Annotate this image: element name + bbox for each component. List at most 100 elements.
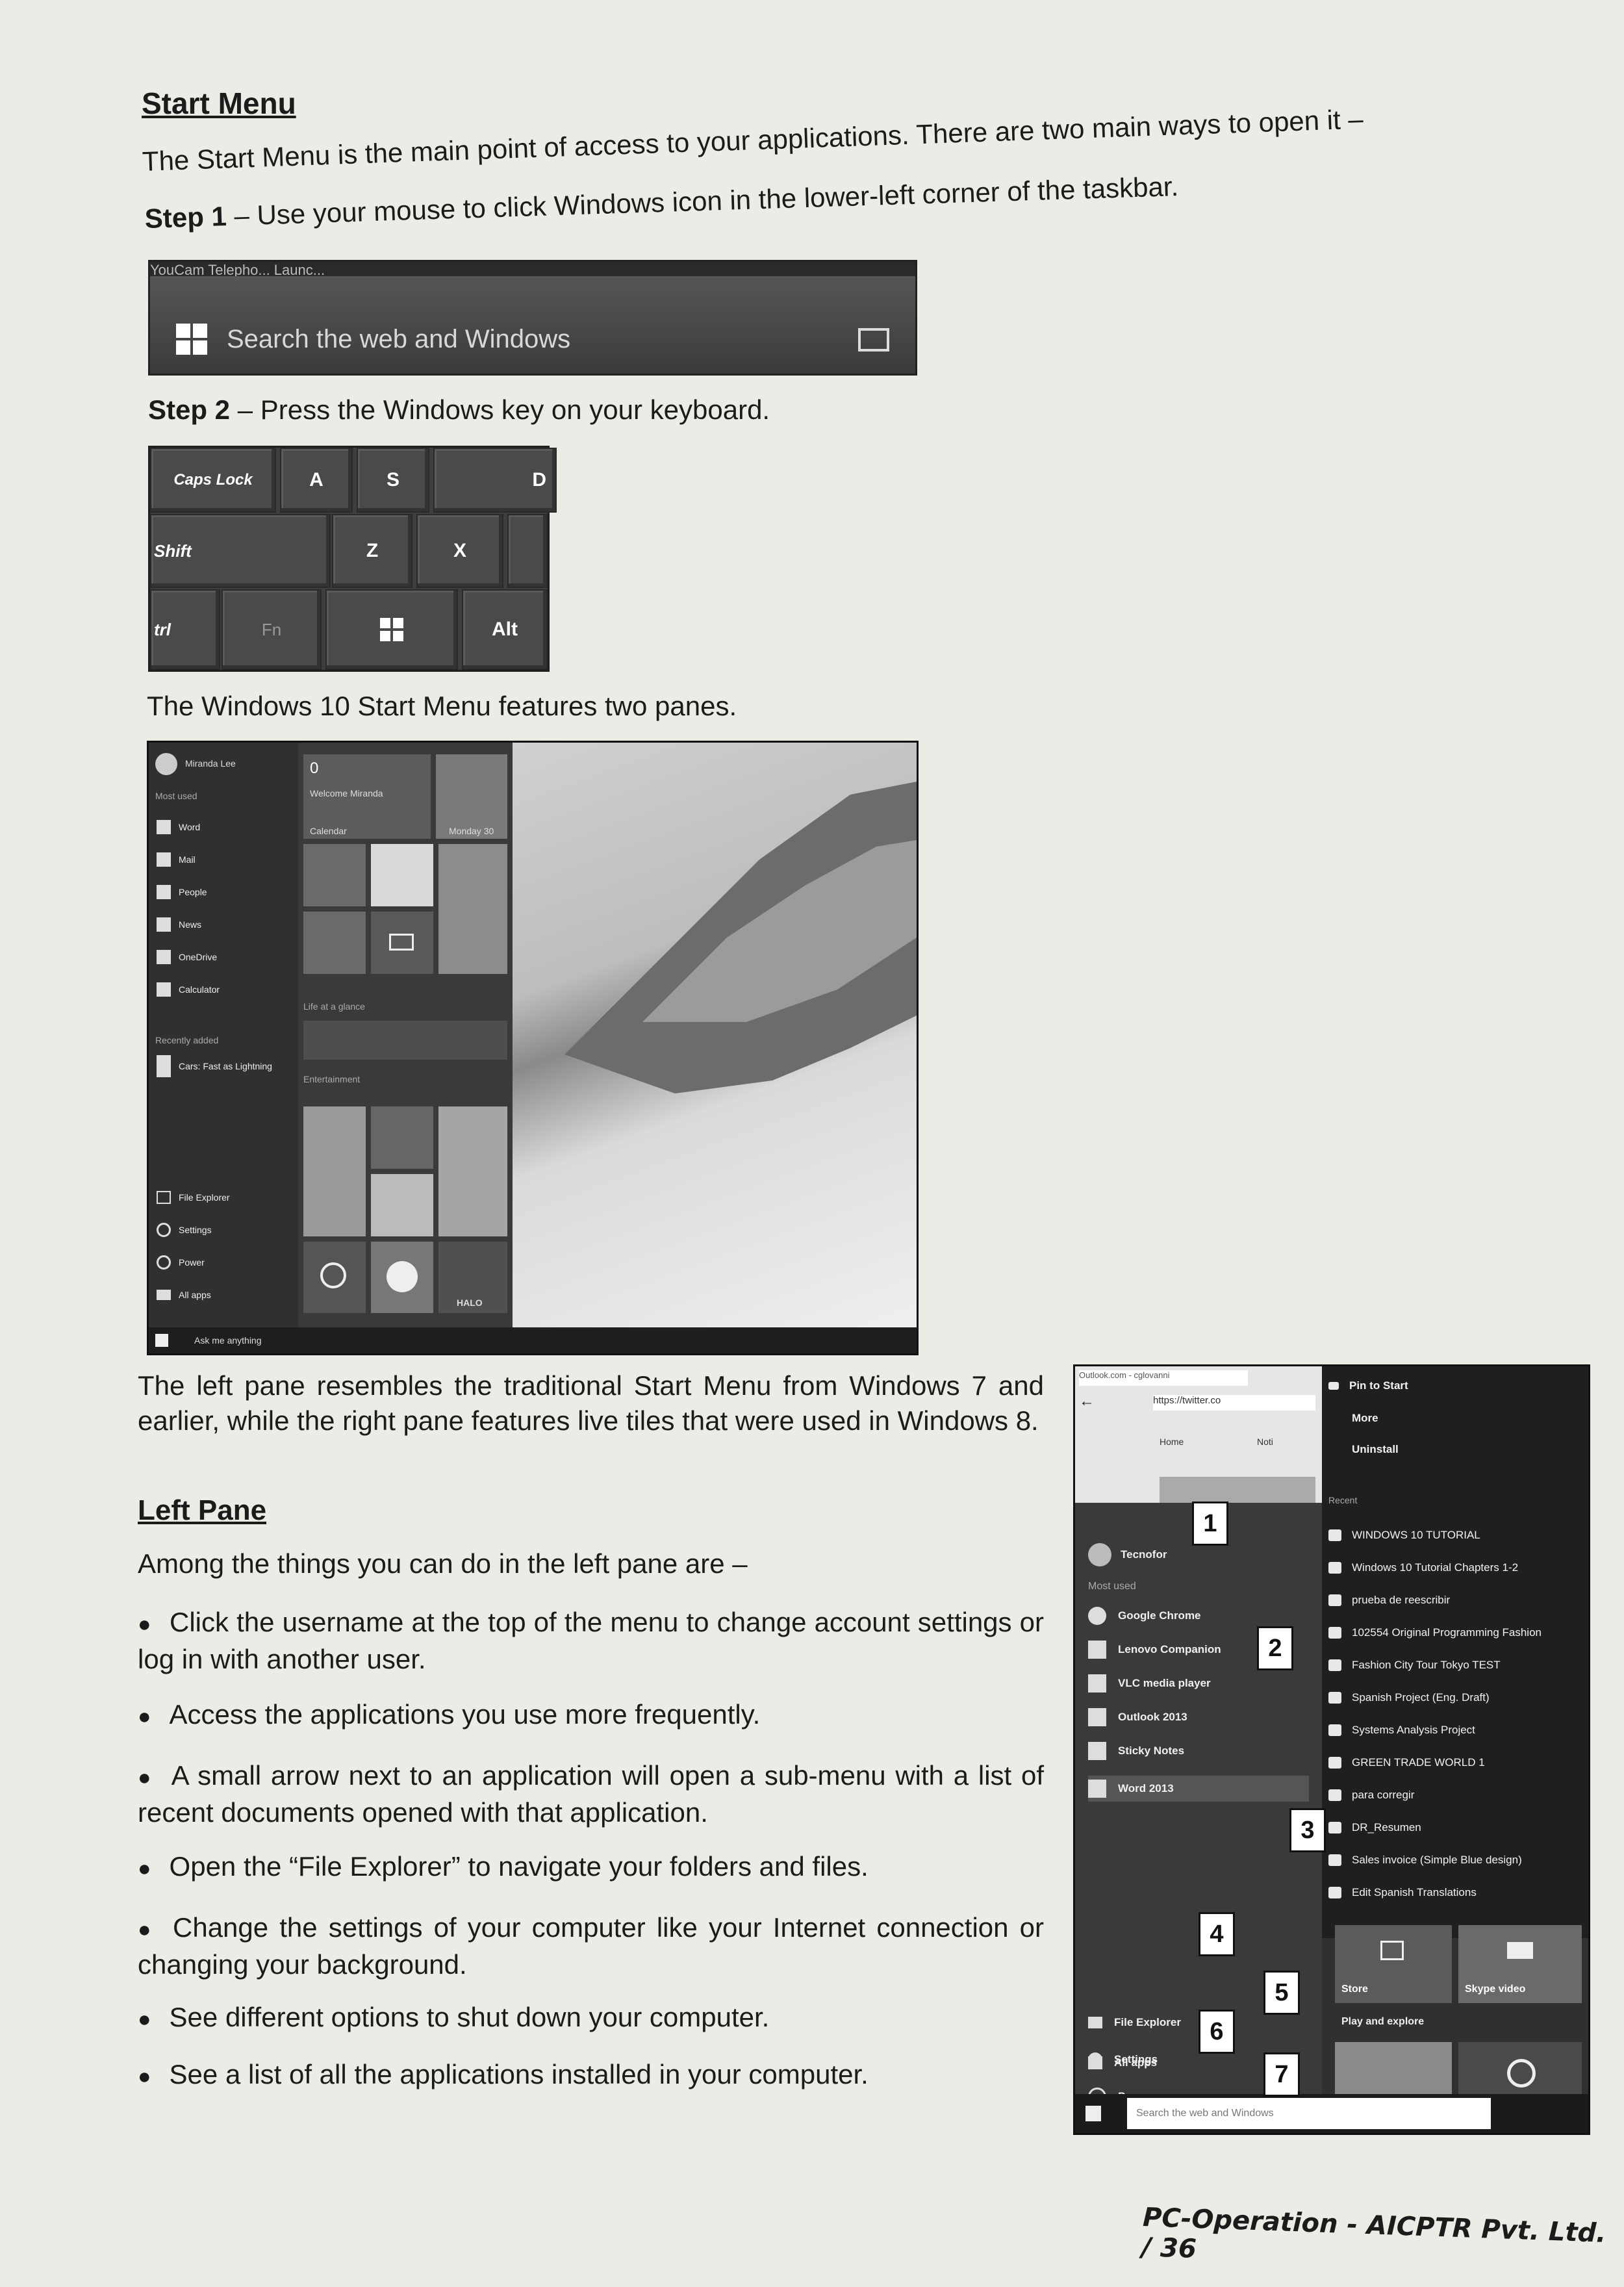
tile-minions[interactable]: [303, 1106, 366, 1236]
start-tiles-pane: 0 Welcome Miranda Calendar Monday 30 Lif…: [298, 743, 513, 1327]
document-icon: [1328, 1854, 1341, 1866]
tile-music[interactable]: [371, 1106, 433, 1169]
document-icon: [1328, 1822, 1341, 1833]
start-app-people[interactable]: People: [149, 879, 207, 905]
callout-3: 3: [1289, 1808, 1326, 1852]
tile-skype-video[interactable]: Skype video: [1458, 1925, 1582, 2003]
recent-doc[interactable]: para corregir: [1328, 1789, 1414, 1802]
recent-doc[interactable]: prueba de reescribir: [1328, 1594, 1450, 1607]
start-recent-app[interactable]: Cars: Fast as Lightning: [149, 1053, 272, 1079]
start-file-explorer[interactable]: File Explorer: [149, 1184, 230, 1210]
key-partial: [507, 514, 548, 588]
key-shift: Shift: [150, 514, 331, 588]
recent-doc[interactable]: Systems Analysis Project: [1328, 1724, 1475, 1737]
start1-windows-icon[interactable]: [155, 1334, 168, 1347]
task-view-icon[interactable]: [858, 328, 889, 351]
file-explorer-item[interactable]: File Explorer: [1088, 2016, 1181, 2029]
news-icon: [157, 917, 171, 932]
section-entertainment: Entertainment: [303, 1074, 361, 1084]
start-app-news[interactable]: News: [149, 912, 201, 938]
annotated-start-screenshot: Outlook.com - cglovanni ← https://twitte…: [1073, 1364, 1590, 2135]
browser-tab[interactable]: Outlook.com - cglovanni: [1079, 1370, 1248, 1386]
twitter-home[interactable]: Home: [1160, 1437, 1184, 1447]
app-outlook[interactable]: Outlook 2013: [1088, 1708, 1187, 1726]
recent-doc[interactable]: Windows 10 Tutorial Chapters 1-2: [1328, 1561, 1518, 1574]
recent-doc[interactable]: GREEN TRADE WORLD 1: [1328, 1756, 1485, 1769]
word-icon: [157, 820, 171, 834]
search-box[interactable]: Search the web and Windows: [227, 314, 811, 364]
people-icon: [157, 885, 171, 899]
all-apps-item[interactable]: All apps: [1088, 2056, 1157, 2069]
bullet-item: ● See a list of all the applications inst…: [138, 2059, 869, 2089]
shot2-windows-icon[interactable]: [1085, 2106, 1101, 2121]
xbox-icon: [320, 1262, 346, 1288]
user-name[interactable]: Tecnofor: [1121, 1548, 1167, 1561]
tile-xbox[interactable]: [303, 1242, 366, 1313]
key-windows: [325, 589, 458, 670]
key-fn: Fn: [222, 589, 322, 670]
tile-calendar[interactable]: 0 Welcome Miranda Calendar: [303, 754, 431, 839]
chrome-icon: [1088, 1607, 1106, 1625]
page-footer: PC-Operation - AICPTR Pvt. Ltd. / 36: [1141, 2203, 1607, 2264]
step1-text: Step 1 – Use your mouse to click Windows…: [144, 164, 1314, 236]
recent-doc[interactable]: Spanish Project (Eng. Draft): [1328, 1691, 1490, 1704]
onedrive-icon: [157, 950, 171, 964]
sticky-notes-icon: [1088, 1742, 1106, 1760]
context-uninstall[interactable]: Uninstall: [1352, 1443, 1399, 1456]
app-vlc[interactable]: VLC media player: [1088, 1674, 1211, 1693]
recent-doc[interactable]: Fashion City Tour Tokyo TEST: [1328, 1659, 1501, 1672]
cortana-box[interactable]: Ask me anything: [194, 1335, 262, 1346]
folder-icon: [1088, 2017, 1102, 2028]
app-google-chrome[interactable]: Google Chrome: [1088, 1607, 1201, 1625]
windows-logo-icon[interactable]: [176, 324, 209, 356]
document-icon: [1328, 1757, 1341, 1769]
mountain-illustration: [565, 782, 917, 1093]
tile-photos[interactable]: [303, 844, 366, 906]
tile-date[interactable]: Monday 30: [436, 754, 507, 839]
recent-doc[interactable]: DR_Resumen: [1328, 1821, 1421, 1834]
start-app-calculator[interactable]: Calculator: [149, 977, 220, 1003]
app-sticky-notes[interactable]: Sticky Notes: [1088, 1742, 1184, 1760]
tile-game[interactable]: [371, 1174, 433, 1236]
document-icon: [1328, 1529, 1341, 1541]
tile-people[interactable]: [303, 912, 366, 974]
back-arrow-icon[interactable]: ←: [1079, 1392, 1102, 1410]
key-alt: Alt: [462, 589, 548, 670]
document-icon: [1328, 1887, 1341, 1898]
key-ctrl: trl: [150, 589, 220, 670]
tile-mail[interactable]: [371, 912, 433, 974]
tile-people-photo[interactable]: [438, 844, 507, 974]
app-word[interactable]: Word 2013: [1088, 1776, 1309, 1802]
tile-store[interactable]: Store: [1335, 1925, 1452, 2003]
context-pin-to-start[interactable]: Pin to Start: [1328, 1379, 1408, 1392]
start-power[interactable]: Power: [149, 1249, 205, 1275]
recent-doc[interactable]: 102554 Original Programming Fashion: [1328, 1626, 1542, 1639]
start-all-apps[interactable]: All apps: [149, 1282, 211, 1308]
recent-doc[interactable]: WINDOWS 10 TUTORIAL: [1328, 1529, 1480, 1542]
shot2-search-box[interactable]: Search the web and Windows: [1127, 2098, 1491, 2129]
browser-url[interactable]: https://twitter.co: [1153, 1395, 1315, 1411]
app-lenovo-companion[interactable]: Lenovo Companion: [1088, 1641, 1221, 1659]
step1-body: – Use your mouse to click Windows icon i…: [226, 170, 1179, 232]
document-icon: [1328, 1562, 1341, 1574]
tile-office-row[interactable]: [303, 1021, 507, 1060]
user-avatar[interactable]: [1088, 1543, 1111, 1566]
recent-heading: Recent: [1328, 1495, 1358, 1505]
document-icon: [1328, 1724, 1341, 1736]
start-app-mail[interactable]: Mail: [149, 847, 196, 873]
recent-doc[interactable]: Sales invoice (Simple Blue design): [1328, 1854, 1522, 1867]
start-settings[interactable]: Settings: [149, 1217, 212, 1243]
user-avatar[interactable]: [155, 753, 177, 775]
key-z: Z: [332, 514, 412, 588]
tile-flipboard[interactable]: [371, 844, 433, 906]
user-name[interactable]: Miranda Lee: [185, 758, 236, 769]
recent-doc[interactable]: Edit Spanish Translations: [1328, 1886, 1477, 1899]
tile-halo[interactable]: HALO: [438, 1242, 507, 1313]
tile-frozen[interactable]: [438, 1106, 507, 1236]
mail-icon: [157, 852, 171, 867]
tile-shazam[interactable]: [371, 1242, 433, 1313]
start-app-word[interactable]: Word: [149, 814, 200, 840]
start-app-onedrive[interactable]: OneDrive: [149, 944, 217, 970]
context-more[interactable]: More: [1352, 1412, 1378, 1425]
twitter-notifications[interactable]: Noti: [1257, 1437, 1273, 1447]
